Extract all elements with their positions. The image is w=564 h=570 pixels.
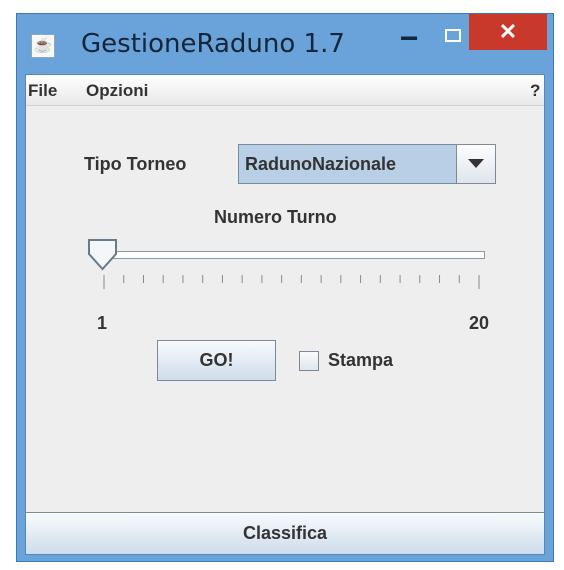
minimize-button[interactable]: − — [389, 20, 429, 60]
menu-help[interactable]: ? — [530, 81, 540, 101]
maximize-button[interactable] — [434, 20, 474, 60]
slider-max-label: 20 — [469, 313, 490, 333]
tipo-torneo-combobox[interactable]: RadunoNazionale — [238, 144, 496, 184]
stampa-label[interactable]: Stampa — [328, 350, 393, 371]
menu-file[interactable]: File — [28, 81, 57, 101]
numero-turno-slider-track[interactable] — [98, 251, 485, 259]
client-area: File Opzioni ? Tipo Torneo RadunoNaziona… — [25, 74, 545, 555]
menu-opzioni[interactable]: Opzioni — [86, 81, 148, 101]
title-bar[interactable]: ☕ GestioneRaduno 1.7 − ✕ — [17, 14, 553, 74]
numero-turno-label: Numero Turno — [214, 207, 337, 227]
go-button[interactable]: GO! — [157, 340, 276, 381]
chevron-down-icon — [468, 159, 484, 168]
java-icon[interactable]: ☕ — [31, 34, 55, 58]
stampa-checkbox[interactable] — [299, 351, 319, 371]
close-button[interactable]: ✕ — [469, 14, 547, 50]
slider-thumb[interactable] — [87, 238, 119, 272]
combo-dropdown-button[interactable] — [456, 145, 495, 183]
slider-min-label: 1 — [97, 313, 108, 333]
tipo-torneo-label: Tipo Torneo — [84, 154, 187, 174]
menu-bar: File Opzioni ? — [26, 75, 544, 106]
app-window: ☕ GestioneRaduno 1.7 − ✕ File Opzioni ? … — [16, 13, 554, 562]
window-title: GestioneRaduno 1.7 — [81, 29, 345, 59]
maximize-icon — [445, 29, 461, 42]
classifica-button[interactable]: Classifica — [26, 512, 544, 554]
tipo-torneo-selected: RadunoNazionale — [245, 154, 397, 174]
